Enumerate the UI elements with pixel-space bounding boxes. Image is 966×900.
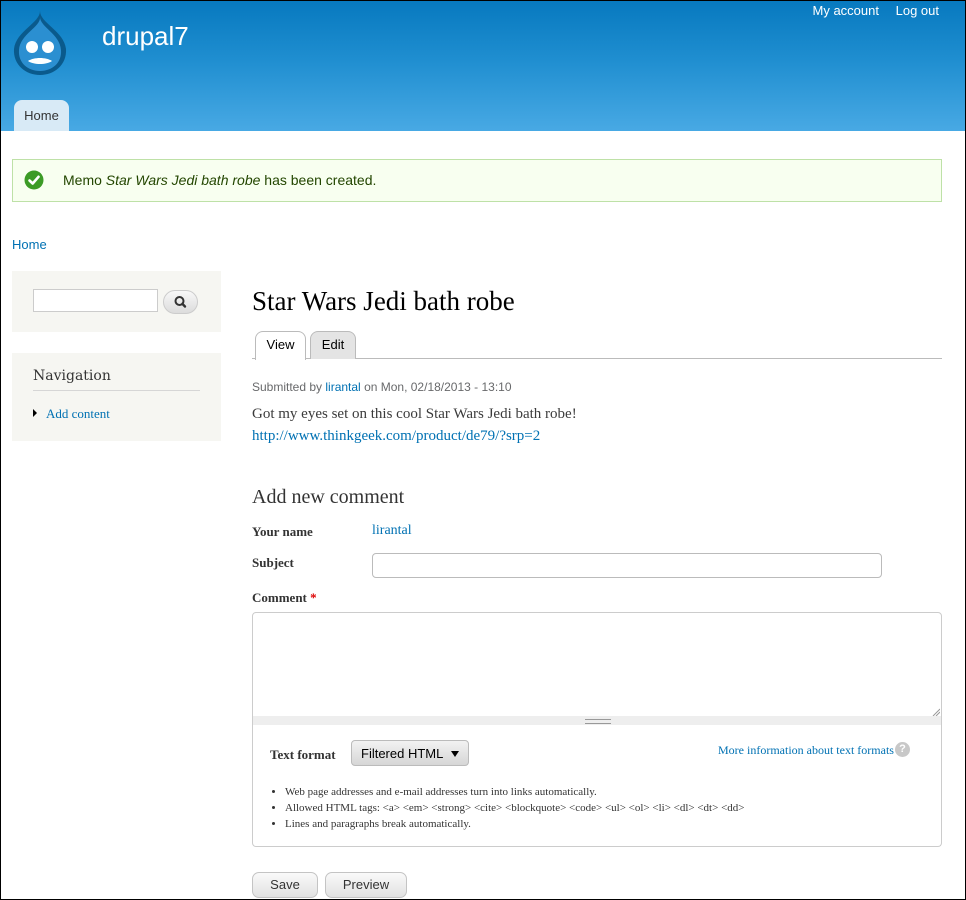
- check-circle-icon: [24, 170, 44, 190]
- navigation-block: Navigation Add content: [12, 353, 221, 441]
- comment-form-title: Add new comment: [252, 486, 405, 508]
- tab-view[interactable]: View: [255, 331, 306, 360]
- format-tip: Lines and paragraphs break automatically…: [285, 816, 744, 832]
- subject-label: Subject: [252, 555, 294, 570]
- grip-lines-icon: [585, 719, 611, 724]
- node-body: Got my eyes set on this cool Star Wars J…: [252, 403, 577, 447]
- page: drupal7 My account Log out Home Memo Sta…: [0, 0, 966, 900]
- comment-textarea[interactable]: [252, 612, 942, 718]
- triangle-right-icon: [33, 409, 37, 417]
- search-button[interactable]: [163, 290, 198, 314]
- search-block: [12, 271, 221, 332]
- your-name-label: Your name: [252, 524, 313, 539]
- save-button[interactable]: Save: [252, 872, 318, 898]
- preview-button[interactable]: Preview: [325, 872, 407, 898]
- site-name[interactable]: drupal7: [102, 21, 189, 52]
- log-out-link[interactable]: Log out: [896, 3, 939, 18]
- text-format-wrapper: Text format Filtered HTML More informati…: [252, 725, 942, 847]
- your-name-value[interactable]: lirantal: [372, 523, 412, 539]
- status-message-text: Memo Star Wars Jedi bath robe has been c…: [63, 172, 377, 188]
- author-link[interactable]: lirantal: [325, 380, 360, 394]
- status-message: Memo Star Wars Jedi bath robe has been c…: [12, 159, 942, 202]
- format-tips: Web page addresses and e-mail addresses …: [270, 784, 744, 832]
- text-format-select[interactable]: Filtered HTML: [351, 740, 469, 766]
- drupal-logo[interactable]: [10, 9, 70, 77]
- add-content-link[interactable]: Add content: [46, 406, 110, 421]
- comment-label: Comment *: [252, 590, 317, 605]
- main-menu-home-tab[interactable]: Home: [14, 100, 69, 131]
- breadcrumb-home[interactable]: Home: [12, 237, 47, 252]
- text-format-selected: Filtered HTML: [361, 746, 444, 761]
- node-body-link[interactable]: http://www.thinkgeek.com/product/de79/?s…: [252, 428, 540, 444]
- subject-input[interactable]: [372, 553, 882, 578]
- tab-edit[interactable]: Edit: [310, 331, 356, 359]
- required-marker: *: [310, 590, 317, 605]
- submitted-info: Submitted by lirantal on Mon, 02/18/2013…: [252, 380, 512, 394]
- format-tip: Web page addresses and e-mail addresses …: [285, 784, 744, 800]
- secondary-menu: My account Log out: [800, 3, 939, 18]
- navigation-title: Navigation: [33, 368, 200, 391]
- text-format-label: Text format: [270, 747, 336, 762]
- search-input[interactable]: [33, 289, 158, 312]
- my-account-link[interactable]: My account: [813, 3, 879, 18]
- site-header: drupal7 My account Log out Home: [1, 1, 965, 131]
- resize-corner-icon: [932, 708, 940, 716]
- status-message-title: Star Wars Jedi bath robe: [105, 172, 261, 188]
- text-format-help-link[interactable]: More information about text formats: [718, 743, 894, 758]
- help-icon[interactable]: ?: [895, 742, 910, 757]
- node-body-text: Got my eyes set on this cool Star Wars J…: [252, 406, 577, 422]
- search-icon: [174, 296, 187, 308]
- page-title: Star Wars Jedi bath robe: [252, 286, 515, 316]
- dropdown-arrow-icon: [451, 751, 459, 757]
- nav-item-add-content: Add content: [33, 406, 110, 422]
- format-tip: Allowed HTML tags: <a> <em> <strong> <ci…: [285, 800, 744, 816]
